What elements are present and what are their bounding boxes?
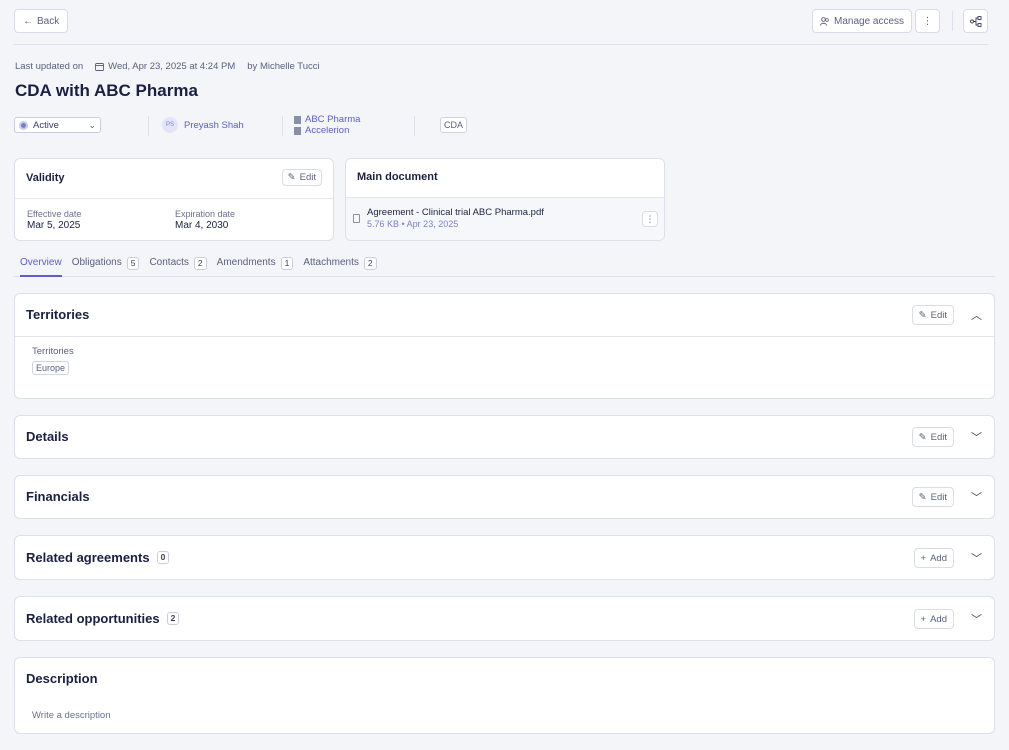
- tab-obligations[interactable]: Obligations 5: [72, 253, 140, 277]
- section-title: Details: [26, 429, 69, 444]
- more-options-button[interactable]: ⋮: [915, 9, 940, 33]
- territories-label: Territories: [32, 346, 74, 357]
- company-link[interactable]: ABC Pharma: [294, 114, 360, 125]
- section-title: Financials: [26, 489, 90, 504]
- status-select[interactable]: Active ⌄: [14, 117, 101, 133]
- related-agreements-add-button[interactable]: + Add: [913, 548, 954, 568]
- avatar: PS: [162, 117, 178, 133]
- territory-tag: Europe: [32, 361, 70, 375]
- divider: [414, 116, 415, 136]
- count-badge: 2: [166, 612, 180, 625]
- plus-icon: +: [920, 552, 927, 564]
- pencil-icon: ✎: [918, 491, 927, 503]
- properties-row: Active ⌄ PS Preyash Shah ABC Pharma Acce…: [14, 114, 474, 136]
- tab-bar: Overview Obligations 5 Contacts 2 Amendmen…: [14, 253, 995, 277]
- chevron-down-icon[interactable]: ﹀: [971, 550, 982, 566]
- divider: [282, 116, 283, 136]
- kebab-icon: ⋮: [922, 15, 933, 27]
- count-badge: 0: [156, 551, 170, 564]
- owner-name: Preyash Shah: [184, 119, 244, 131]
- back-button[interactable]: ← Back: [14, 9, 69, 33]
- details-section[interactable]: Details ✎ Edit ﹀: [14, 415, 995, 459]
- chevron-down-icon[interactable]: ﹀: [971, 611, 982, 627]
- workflow-icon: [969, 15, 982, 27]
- top-toolbar: ← Back Manage access ⋮: [14, 9, 988, 45]
- workflow-button[interactable]: [963, 9, 988, 33]
- related-agreements-section[interactable]: Related agreements 0 + Add ﹀: [14, 535, 995, 580]
- description-section: Description Write a description: [14, 657, 995, 734]
- related-opportunities-add-button[interactable]: + Add: [913, 609, 954, 629]
- owner-chip[interactable]: PS Preyash Shah: [162, 117, 244, 133]
- companies-list: ABC Pharma Accelerion: [294, 114, 360, 136]
- count-badge: 1: [280, 257, 294, 270]
- chevron-down-icon[interactable]: ﹀: [971, 489, 982, 505]
- section-title: Territories: [26, 307, 90, 322]
- status-dot-icon: [19, 120, 28, 130]
- section-title: Related agreements 0: [26, 550, 170, 565]
- last-updated: Last updated on Wed, Apr 23, 2025 at 4:2…: [15, 61, 320, 72]
- section-title: Related opportunities 2: [26, 611, 180, 626]
- kebab-icon: ⋮: [645, 213, 655, 224]
- validity-card: Validity ✎ Edit Effective date Mar 5, 20…: [14, 158, 334, 241]
- chevron-down-icon[interactable]: ﹀: [971, 429, 982, 445]
- users-icon: [820, 16, 830, 26]
- calendar-icon: [95, 62, 105, 71]
- page-title: CDA with ABC Pharma: [15, 81, 198, 100]
- tab-amendments[interactable]: Amendments 1: [217, 253, 294, 277]
- expiration-date-field: Expiration date Mar 4, 2030: [175, 209, 236, 231]
- tab-attachments[interactable]: Attachments 2: [303, 253, 377, 277]
- chevron-down-icon: ⌄: [88, 119, 96, 130]
- toolbar-divider: [952, 11, 953, 31]
- pencil-icon: ✎: [287, 172, 296, 183]
- file-icon: [353, 214, 360, 223]
- validity-edit-button[interactable]: ✎ Edit: [281, 169, 322, 186]
- manage-access-button[interactable]: Manage access: [812, 9, 913, 33]
- territories-section: Territories ✎ Edit ︿ Territories Europe: [14, 293, 995, 399]
- main-document-card: Main document Agreement - Clinical trial…: [345, 158, 665, 241]
- pencil-icon: ✎: [918, 431, 927, 443]
- related-opportunities-section[interactable]: Related opportunities 2 + Add ﹀: [14, 596, 995, 641]
- financials-section[interactable]: Financials ✎ Edit ﹀: [14, 475, 995, 519]
- building-icon: [294, 126, 301, 135]
- details-edit-button[interactable]: ✎ Edit: [911, 427, 954, 447]
- financials-edit-button[interactable]: ✎ Edit: [911, 487, 954, 507]
- territories-header[interactable]: Territories ✎ Edit ︿: [15, 294, 994, 337]
- file-more-button[interactable]: ⋮: [642, 211, 658, 227]
- chevron-up-icon[interactable]: ︿: [971, 307, 982, 323]
- tab-contacts[interactable]: Contacts 2: [149, 253, 207, 277]
- pencil-icon: ✎: [918, 309, 927, 321]
- effective-date-field: Effective date Mar 5, 2025: [27, 209, 82, 231]
- file-name: Agreement - Clinical trial ABC Pharma.pd…: [367, 207, 544, 218]
- main-document-title: Main document: [346, 159, 664, 198]
- plus-icon: +: [920, 613, 927, 625]
- file-meta: 5.76 KB • Apr 23, 2025: [367, 219, 459, 229]
- section-title: Description: [26, 671, 98, 686]
- arrow-left-icon: ←: [23, 15, 33, 27]
- document-file[interactable]: Agreement - Clinical trial ABC Pharma.pd…: [346, 198, 664, 240]
- count-badge: 2: [363, 257, 377, 270]
- count-badge: 2: [193, 257, 207, 270]
- type-tag: CDA: [440, 117, 468, 133]
- tab-overview[interactable]: Overview: [20, 253, 62, 277]
- description-input[interactable]: Write a description: [32, 710, 111, 721]
- building-icon: [294, 115, 301, 124]
- territories-edit-button[interactable]: ✎ Edit: [911, 305, 954, 325]
- divider: [148, 116, 149, 136]
- count-badge: 5: [126, 257, 140, 270]
- company-link[interactable]: Accelerion: [294, 125, 360, 136]
